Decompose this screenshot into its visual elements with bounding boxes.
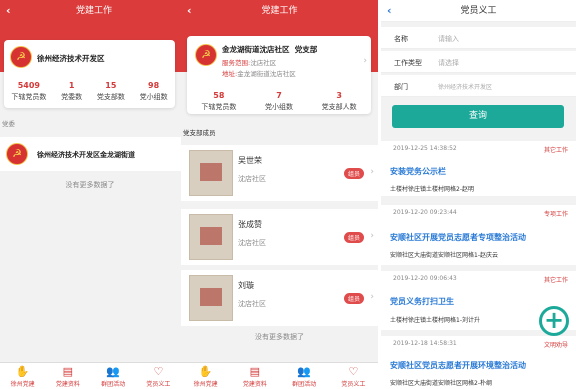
tab-xuzhou-party[interactable]: ✋ 徐州党建 <box>181 363 230 389</box>
group-icon: 👥 <box>297 365 311 378</box>
no-more-text: 没有更多数据了 <box>65 181 115 189</box>
stat-members: 5409 下辖党员数 <box>11 81 47 101</box>
tab-group-activities[interactable]: 👥 群团活动 <box>280 363 329 389</box>
work-type-select[interactable]: 请选择 <box>438 58 459 68</box>
branch-summary-card[interactable]: ☭ 金龙湖街道沈店社区 党支部 服务范围:沈店社区 地址:金龙湖街道沈店社区 ›… <box>187 36 371 114</box>
stat-groups: 7 党小组数 <box>264 91 293 111</box>
org-stats: 5409 下辖党员数 1 党委数 15 党支部数 98 党小组数 <box>4 81 175 102</box>
no-more-text: 没有更多数据了 <box>255 333 304 341</box>
stat-branches: 15 党支部数 <box>96 81 125 101</box>
party-emblem-icon: ☭ <box>10 46 32 68</box>
page-title: 党建工作 <box>261 6 298 16</box>
member-role-badge: 组员 <box>343 293 364 304</box>
heart-icon: ♡ <box>348 365 359 378</box>
address: 地址:金龙湖街道沈店社区 <box>222 70 296 78</box>
member-role-badge: 组员 <box>343 168 364 179</box>
header-bar: ‹ 党员义工 <box>381 0 576 22</box>
member-role-badge: 组员 <box>343 232 364 243</box>
bottom-tab-bar: ✋ 徐州党建 ▤ 党建资料 👥 群团活动 ♡ 党员义工 <box>181 362 378 389</box>
section-label: 党支部成员 <box>183 129 216 137</box>
back-arrow-icon[interactable]: ‹ <box>187 0 192 22</box>
back-arrow-icon[interactable]: ‹ <box>6 0 11 22</box>
heart-icon: ♡ <box>153 365 164 378</box>
service-scope: 服务范围:沈店社区 <box>222 59 277 67</box>
query-button[interactable]: 查询 <box>392 105 564 128</box>
group-icon: 👥 <box>106 365 120 378</box>
member-photo <box>189 275 233 321</box>
page-title: 党建工作 <box>75 6 112 16</box>
document-icon: ▤ <box>249 365 261 378</box>
tab-volunteer[interactable]: ♡ 党员义工 <box>136 363 181 389</box>
header-bar: ‹ 党建工作 <box>0 0 188 22</box>
member-row[interactable]: 张成赞 沈店社区 组员 › <box>181 209 378 265</box>
chevron-right-icon: › <box>370 231 374 241</box>
form-row-name: 名称 请输入 <box>381 27 576 49</box>
party-emblem-icon: ☭ <box>195 44 217 66</box>
member-org: 沈店社区 <box>238 175 266 183</box>
screen-volunteer-work: ‹ 党员义工 名称 请输入 工作类型 请选择 部门 徐州经济技术开发区 查询 2… <box>381 0 576 389</box>
member-name: 张成赞 <box>238 220 262 229</box>
tab-group-activities[interactable]: 👥 群团活动 <box>91 363 136 389</box>
tab-party-materials[interactable]: ▤ 党建资料 <box>45 363 90 389</box>
stat-committees: 1 党委数 <box>61 81 83 101</box>
stat-groups: 98 党小组数 <box>139 81 168 101</box>
sub-org-name: 徐州经济技术开发区金龙湖街道 <box>37 151 135 159</box>
member-photo <box>189 214 233 260</box>
member-row[interactable]: 吴世荣 沈店社区 组员 › <box>181 145 378 201</box>
chevron-right-icon: › <box>370 292 374 302</box>
tab-party-materials[interactable]: ▤ 党建资料 <box>230 363 279 389</box>
header-bar: ‹ 党建工作 <box>181 0 378 22</box>
screen-party-work-overview: ‹ 党建工作 ☭ 徐州经济技术开发区 5409 下辖党员数 1 党委数 15 党支部数… <box>0 0 188 389</box>
form-row-work-type: 工作类型 请选择 <box>381 51 576 73</box>
page-title: 党员义工 <box>460 6 497 16</box>
document-icon: ▤ <box>62 365 74 378</box>
stat-members: 58 下辖党员数 <box>201 91 237 111</box>
member-photo <box>189 150 233 196</box>
hand-icon: ✋ <box>15 365 30 378</box>
section-label: 党委 <box>2 120 15 128</box>
member-org: 沈店社区 <box>238 239 266 247</box>
member-org: 沈店社区 <box>238 300 266 308</box>
tab-volunteer[interactable]: ♡ 党员义工 <box>329 363 378 389</box>
form-row-department: 部门 徐州经济技术开发区 <box>381 75 576 97</box>
chevron-right-icon: › <box>370 167 374 177</box>
department-select[interactable]: 徐州经济技术开发区 <box>438 82 492 91</box>
bottom-tab-bar: ✋ 徐州党建 ▤ 党建资料 👥 群团活动 ♡ 党员义工 <box>0 362 181 389</box>
tab-xuzhou-party[interactable]: ✋ 徐州党建 <box>0 363 45 389</box>
member-name: 刘璇 <box>238 281 254 290</box>
member-row[interactable]: 刘璇 沈店社区 组员 › <box>181 270 378 326</box>
hand-icon: ✋ <box>198 365 213 378</box>
org-summary-card[interactable]: ☭ 徐州经济技术开发区 5409 下辖党员数 1 党委数 15 党支部数 98 党小组数 <box>4 40 175 108</box>
name-input[interactable]: 请输入 <box>438 34 459 44</box>
add-plus-icon[interactable]: + <box>539 306 569 336</box>
org-name: 徐州经济技术开发区 <box>37 54 105 63</box>
list-item[interactable]: 2019-12-20 09:23:44 专项工作 安顺社区开展党员志愿者专项整治… <box>381 205 576 265</box>
branch-stats: 58 下辖党员数 7 党小组数 3 党支部人数 <box>187 91 371 112</box>
party-emblem-icon: ☭ <box>6 143 28 165</box>
chevron-right-icon: › <box>363 56 367 66</box>
list-item[interactable]: 2019-12-18 14:58:31 文明劝导 安顺社区党员志愿者开展环境整治… <box>381 336 576 389</box>
back-arrow-icon[interactable]: ‹ <box>387 0 392 22</box>
stat-branch-people: 3 党支部人数 <box>321 91 357 111</box>
sub-org-row[interactable]: ☭ 徐州经济技术开发区金龙湖街道 › <box>0 137 188 171</box>
screen-branch-detail: ‹ 党建工作 ☭ 金龙湖街道沈店社区 党支部 服务范围:沈店社区 地址:金龙湖街… <box>181 0 378 389</box>
branch-name-line: 金龙湖街道沈店社区 党支部 <box>222 45 318 54</box>
list-item[interactable]: 2019-12-25 14:38:52 其它工作 安装党务公示栏 土楼村徐庄镇土… <box>381 141 576 196</box>
member-name: 吴世荣 <box>238 156 262 165</box>
